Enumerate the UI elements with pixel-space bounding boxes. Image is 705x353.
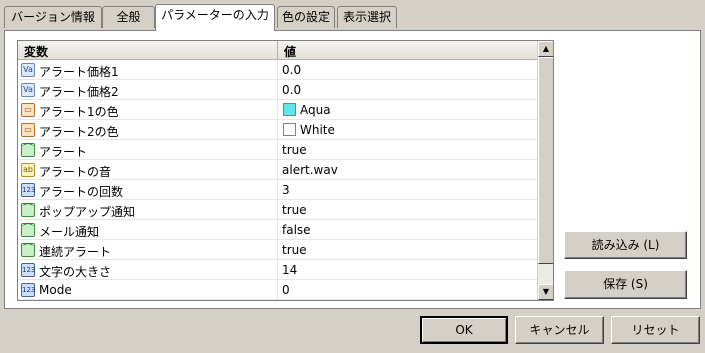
cell-divider <box>277 120 278 140</box>
value-text: 0 <box>282 283 290 297</box>
tab-display[interactable]: 表示選択 <box>337 6 397 28</box>
save-button[interactable]: 保存 (S) <box>564 270 687 299</box>
variable-name: アラート価格1 <box>39 65 119 79</box>
cell-divider <box>277 260 278 280</box>
scroll-thumb[interactable] <box>538 57 553 264</box>
table-row[interactable]: 123 Mode 0 <box>18 280 537 300</box>
int-icon: 123 <box>21 183 35 197</box>
vertical-scrollbar[interactable]: ▲ ▼ <box>537 41 553 300</box>
value-text: true <box>282 243 307 257</box>
cell-divider <box>277 200 278 220</box>
int-icon: 123 <box>21 263 35 277</box>
grid-header: 変数 値 <box>18 41 537 60</box>
value-text: alert.wav <box>282 163 338 177</box>
int-icon: 123 <box>21 283 35 297</box>
table-row[interactable]: ⌒ メール通知 false <box>18 220 537 240</box>
column-divider[interactable] <box>277 41 278 59</box>
table-row[interactable]: Va アラート価格2 0.0 <box>18 80 537 100</box>
variable-value[interactable]: Aqua <box>282 103 331 117</box>
variable-value[interactable]: 0.0 <box>282 83 301 97</box>
variable-value[interactable]: 0 <box>282 283 290 297</box>
variable-value[interactable]: White <box>282 123 335 137</box>
value-text: true <box>282 203 307 217</box>
value-text: true <box>282 143 307 157</box>
cell-divider <box>277 240 278 260</box>
variable-value[interactable]: alert.wav <box>282 163 338 177</box>
cell-divider <box>277 180 278 200</box>
variable-name: アラートの回数 <box>39 185 124 199</box>
cell-divider <box>277 140 278 160</box>
cancel-button[interactable]: キャンセル <box>515 316 604 344</box>
load-button[interactable]: 読み込み (L) <box>564 231 687 259</box>
variable-value[interactable]: 3 <box>282 183 290 197</box>
bool-icon: ⌒ <box>21 203 35 217</box>
variable-name: アラート価格2 <box>39 85 119 99</box>
tab-colors[interactable]: 色の設定 <box>277 6 335 28</box>
value-text: 3 <box>282 183 290 197</box>
table-row[interactable]: ▭ アラート2の色 White <box>18 120 537 140</box>
variable-name: アラート <box>39 145 88 159</box>
variable-name: アラート2の色 <box>39 125 119 139</box>
table-row[interactable]: ⌒ 連続アラート true <box>18 240 537 260</box>
column-header-value[interactable]: 値 <box>284 43 296 60</box>
table-row[interactable]: 123 アラートの回数 3 <box>18 180 537 200</box>
cell-divider <box>277 80 278 100</box>
color-swatch <box>283 123 296 136</box>
double-icon: Va <box>21 63 35 77</box>
variable-name: 文字の大きさ <box>39 265 112 279</box>
table-row[interactable]: ⌒ ポップアップ通知 true <box>18 200 537 220</box>
variable-name: メール通知 <box>39 225 100 239</box>
reset-button[interactable]: リセット <box>611 316 700 344</box>
value-text: 0.0 <box>282 63 302 77</box>
double-icon: Va <box>21 83 35 97</box>
bool-icon: ⌒ <box>21 223 35 237</box>
scroll-up-icon[interactable]: ▲ <box>538 41 553 57</box>
tab-strip: バージョン情報 全般 パラメーターの入力 色の設定 表示選択 <box>0 0 705 32</box>
tab-general[interactable]: 全般 <box>102 6 155 28</box>
color-icon: ▭ <box>21 123 35 137</box>
color-swatch <box>283 103 296 116</box>
grid-rows: Va アラート価格1 0.0 Va アラート価格2 0.0 ▭ アラート1の色 Aqua ▭ アラー… <box>18 60 537 300</box>
variable-name: ポップアップ通知 <box>39 205 136 219</box>
cell-divider <box>277 60 278 80</box>
variable-value[interactable]: 14 <box>282 263 297 277</box>
variable-name: アラートの音 <box>39 165 112 179</box>
value-text: Aqua <box>300 103 331 117</box>
parameters-grid: 変数 値 Va アラート価格1 0.0 Va アラート価格2 0.0 ▭ アラート1の色 Aqu… <box>17 40 554 301</box>
variable-name: アラート1の色 <box>39 105 119 119</box>
variable-value[interactable]: true <box>282 243 307 257</box>
ok-button[interactable]: OK <box>420 316 508 344</box>
table-row[interactable]: 123 文字の大きさ 14 <box>18 260 537 280</box>
string-icon: ab <box>21 163 35 177</box>
color-icon: ▭ <box>21 103 35 117</box>
table-row[interactable]: ⌒ アラート true <box>18 140 537 160</box>
variable-value[interactable]: true <box>282 143 307 157</box>
tab-parameters[interactable]: パラメーターの入力 <box>155 4 275 31</box>
bool-icon: ⌒ <box>21 243 35 257</box>
cell-divider <box>277 160 278 180</box>
bool-icon: ⌒ <box>21 143 35 157</box>
variable-name: 連続アラート <box>39 245 112 259</box>
cell-divider <box>277 280 278 300</box>
value-text: White <box>300 123 335 137</box>
scroll-down-icon[interactable]: ▼ <box>538 284 553 300</box>
cell-divider <box>277 220 278 240</box>
column-header-variable[interactable]: 変数 <box>24 43 48 60</box>
cell-divider <box>277 100 278 120</box>
table-row[interactable]: Va アラート価格1 0.0 <box>18 60 537 80</box>
table-row[interactable]: ab アラートの音 alert.wav <box>18 160 537 180</box>
value-text: 14 <box>282 263 298 277</box>
variable-value[interactable]: true <box>282 203 307 217</box>
value-text: false <box>282 223 311 237</box>
variable-name: Mode <box>39 283 72 297</box>
value-text: 0.0 <box>282 83 302 97</box>
variable-value[interactable]: 0.0 <box>282 63 301 77</box>
variable-value[interactable]: false <box>282 223 311 237</box>
table-row[interactable]: ▭ アラート1の色 Aqua <box>18 100 537 120</box>
tab-version-info[interactable]: バージョン情報 <box>4 6 102 28</box>
